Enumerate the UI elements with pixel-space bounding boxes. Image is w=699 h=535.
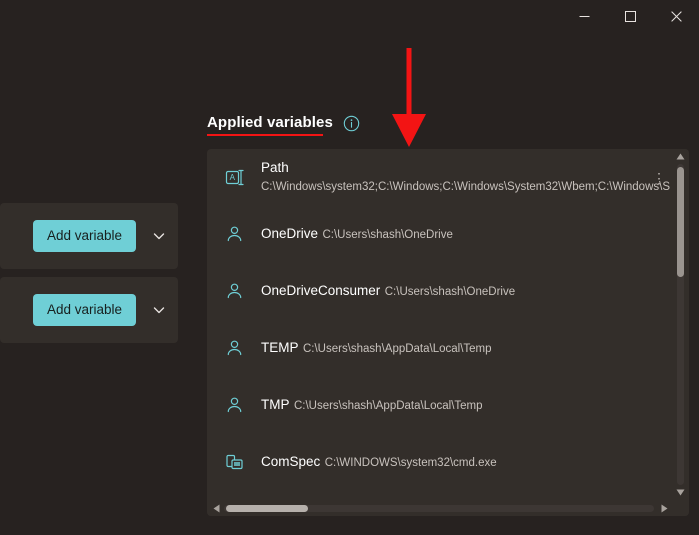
variable-group-card-1: Add variable (0, 203, 178, 269)
variable-text: TEMP C:\Users\shash\AppData\Local\Temp (261, 339, 672, 357)
variable-text: Path C:\Windows\system32;C:\Windows;C:\W… (261, 159, 672, 195)
table-row[interactable]: OneDriveConsumer C:\Users\shash\OneDrive (207, 263, 672, 320)
left-panel: Add variable Add variable (0, 32, 178, 535)
close-icon (671, 11, 682, 22)
variable-text: OneDrive C:\Users\shash\OneDrive (261, 225, 672, 243)
horizontal-scroll-thumb[interactable] (226, 505, 308, 512)
vertical-scroll-thumb[interactable] (677, 167, 684, 277)
variable-name: OneDrive (261, 226, 318, 241)
variable-name: TEMP (261, 340, 299, 355)
scroll-left-icon[interactable] (209, 500, 224, 516)
add-variable-button-1[interactable]: Add variable (33, 220, 136, 252)
scroll-right-icon[interactable] (657, 500, 672, 516)
card-actions-1: Add variable (33, 203, 168, 269)
variable-value: C:\Users\shash\OneDrive (385, 286, 515, 298)
title-bar (0, 0, 699, 32)
close-button[interactable] (653, 0, 699, 32)
variable-name: ComSpec (261, 454, 320, 469)
minimize-icon (579, 11, 590, 22)
page-title-text: Applied variables (207, 114, 333, 131)
main-content: Applied variables A (197, 32, 699, 535)
info-circle-icon[interactable] (343, 115, 360, 132)
vertical-scrollbar[interactable] (672, 149, 689, 500)
chevron-down-icon[interactable] (150, 227, 168, 245)
person-icon (223, 338, 245, 360)
variable-name: TMP (261, 397, 290, 412)
row-more-options-icon[interactable]: ⋮ (650, 166, 668, 190)
table-row-partial[interactable] (207, 489, 672, 500)
table-row[interactable]: TEMP C:\Users\shash\AppData\Local\Temp (207, 320, 672, 377)
title-underline (207, 134, 323, 137)
table-row[interactable]: ComSpec C:\WINDOWS\system32\cmd.exe (207, 434, 672, 491)
person-icon (223, 395, 245, 417)
add-variable-button-2[interactable]: Add variable (33, 294, 136, 326)
variable-text: TMP C:\Users\shash\AppData\Local\Temp (261, 396, 672, 414)
page-title: Applied variables (207, 114, 333, 136)
chevron-down-icon[interactable] (150, 301, 168, 319)
section-heading: Applied variables (207, 114, 360, 136)
variable-value: C:\Windows\system32;C:\Windows;C:\Window… (261, 181, 670, 193)
variable-value: C:\WINDOWS\system32\cmd.exe (325, 457, 497, 469)
variable-value: C:\Users\shash\OneDrive (322, 229, 452, 241)
table-row[interactable]: OneDrive C:\Users\shash\OneDrive (207, 206, 672, 263)
variable-name: Path (261, 160, 289, 175)
variable-text: OneDriveConsumer C:\Users\shash\OneDrive (261, 282, 672, 300)
text-box-icon: A (223, 167, 245, 189)
table-row[interactable]: A Path C:\Windows\system32;C:\Windows;C:… (207, 149, 672, 206)
scroll-up-icon[interactable] (672, 149, 689, 164)
variable-text: ComSpec C:\WINDOWS\system32\cmd.exe (261, 453, 672, 471)
table-row[interactable]: TMP C:\Users\shash\AppData\Local\Temp (207, 377, 672, 434)
person-icon (223, 224, 245, 246)
svg-text:A: A (229, 173, 235, 182)
maximize-icon (625, 11, 636, 22)
devices-icon (223, 452, 245, 474)
variable-name: OneDriveConsumer (261, 283, 380, 298)
minimize-button[interactable] (561, 0, 607, 32)
table-row-partial-content (207, 489, 672, 500)
card-actions-2: Add variable (33, 277, 168, 343)
variable-list-viewport: A Path C:\Windows\system32;C:\Windows;C:… (207, 149, 672, 500)
variable-value: C:\Users\shash\AppData\Local\Temp (303, 343, 492, 355)
annotation-arrow-icon (387, 48, 431, 148)
horizontal-scrollbar[interactable] (207, 500, 689, 516)
variable-value: C:\Users\shash\AppData\Local\Temp (294, 400, 483, 412)
variable-group-card-2: Add variable (0, 277, 178, 343)
person-icon (223, 281, 245, 303)
applied-variables-list[interactable]: A Path C:\Windows\system32;C:\Windows;C:… (207, 149, 689, 516)
scroll-down-icon[interactable] (672, 485, 689, 500)
maximize-button[interactable] (607, 0, 653, 32)
